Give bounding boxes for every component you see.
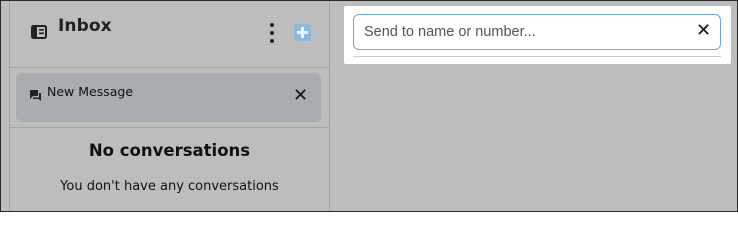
- close-icon[interactable]: ✕: [293, 87, 308, 105]
- page-title: Inbox: [58, 16, 112, 36]
- new-message-item[interactable]: New Message ✕: [16, 73, 321, 122]
- kebab-menu-icon[interactable]: [266, 23, 278, 43]
- conversation-sidebar: Inbox New Message ✕ No conversations You…: [9, 1, 330, 211]
- empty-state-title: No conversations: [88, 141, 251, 160]
- compose-button[interactable]: [294, 24, 311, 41]
- recipient-search-input[interactable]: [353, 14, 721, 50]
- new-message-label: New Message: [47, 84, 134, 99]
- divider: [10, 127, 329, 128]
- clear-recipient-icon[interactable]: ✕: [696, 22, 711, 40]
- inbox-icon: [31, 25, 47, 39]
- recipient-underline: [353, 56, 721, 57]
- sidebar-header: Inbox: [10, 1, 329, 68]
- empty-state-subtitle: You don't have any conversations: [60, 179, 279, 194]
- chat-bubble-icon: [30, 90, 41, 101]
- recipient-panel: ✕: [344, 6, 731, 64]
- app-window: Inbox New Message ✕ No conversations You…: [0, 0, 738, 212]
